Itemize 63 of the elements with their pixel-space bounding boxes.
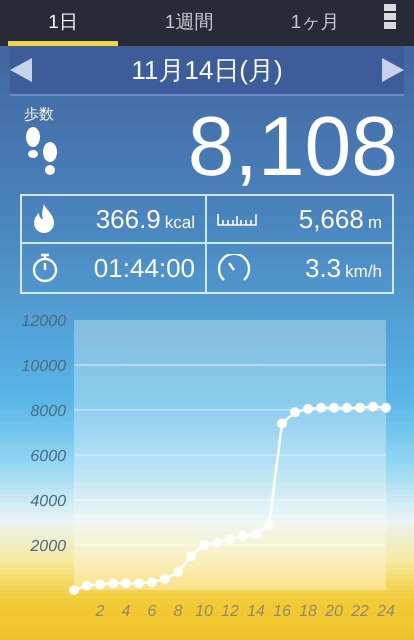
period-tab[interactable]: 1週間 — [134, 2, 244, 46]
x-axis-label: 6 — [148, 603, 156, 620]
ruler-icon — [217, 212, 257, 226]
y-axis-label: 4000 — [30, 493, 66, 510]
menu-icon[interactable] — [384, 4, 396, 30]
data-point — [212, 538, 222, 548]
stat-unit: m — [368, 212, 382, 234]
data-point — [121, 578, 131, 588]
data-point — [186, 551, 196, 562]
y-axis-label: 8000 — [30, 403, 66, 420]
flame-icon — [32, 204, 56, 234]
data-point — [264, 520, 274, 530]
y-axis-label: 6000 — [30, 448, 66, 465]
x-axis-label: 10 — [195, 603, 213, 620]
data-point — [173, 567, 183, 577]
data-point — [225, 534, 235, 544]
stat-unit: km/h — [345, 260, 382, 282]
x-axis-label: 2 — [96, 603, 104, 620]
data-point — [381, 402, 391, 413]
stopwatch-icon — [32, 253, 58, 283]
data-point — [95, 579, 105, 590]
footprints-icon — [24, 126, 60, 176]
data-point — [303, 404, 313, 414]
x-axis-label: 18 — [299, 603, 317, 620]
x-axis-label: 12 — [221, 603, 239, 620]
next-arrow-icon[interactable] — [382, 58, 404, 82]
y-axis-label: 10000 — [22, 358, 66, 375]
step-count: 8,108 — [188, 104, 398, 188]
data-point — [290, 407, 300, 418]
data-point — [69, 585, 79, 595]
data-point — [160, 574, 170, 584]
x-axis-label: 4 — [122, 603, 130, 620]
data-point — [342, 402, 352, 413]
speedometer-icon — [217, 254, 251, 282]
data-point — [329, 402, 339, 413]
x-axis-label: 14 — [247, 603, 265, 620]
data-point — [251, 528, 261, 539]
data-point — [134, 578, 144, 588]
x-axis-label: 24 — [377, 603, 395, 620]
data-point — [238, 531, 248, 541]
stat-value: 01:44:00 — [94, 252, 195, 284]
x-axis-label: 22 — [351, 603, 369, 620]
data-point — [199, 540, 209, 550]
data-point — [355, 402, 365, 413]
stat-value: 3.3 — [305, 252, 342, 284]
y-axis-label: 12000 — [22, 313, 66, 330]
y-axis-label: 2000 — [30, 538, 66, 555]
date-title: 11月14日(月) — [131, 54, 283, 86]
x-axis-label: 8 — [174, 603, 182, 620]
data-point — [316, 402, 326, 413]
data-point — [368, 402, 378, 412]
data-point — [108, 578, 118, 588]
period-tab[interactable]: 1ヶ月 — [260, 2, 370, 46]
x-axis-label: 16 — [273, 603, 291, 620]
data-point — [277, 418, 287, 428]
stat-value: 366.9 — [96, 202, 161, 236]
data-point — [82, 580, 92, 590]
steps-label: 歩数 — [24, 105, 54, 125]
stat-unit: kcal — [164, 212, 195, 234]
previous-arrow-icon[interactable] — [10, 58, 32, 82]
x-axis-label: 20 — [325, 603, 343, 620]
data-point — [147, 577, 157, 588]
stat-value: 5,668 — [298, 202, 364, 236]
